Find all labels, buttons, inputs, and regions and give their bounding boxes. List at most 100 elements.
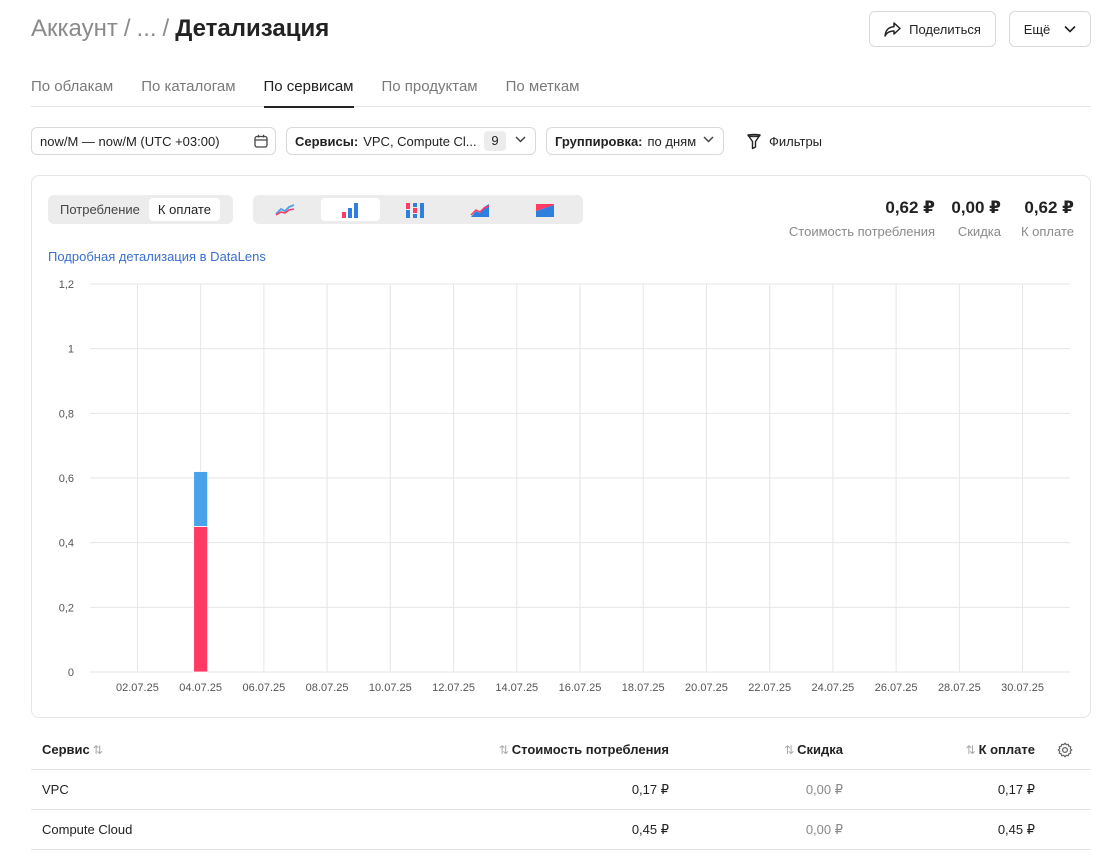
tab-labels[interactable]: По меткам: [506, 70, 580, 107]
chart-type-bar[interactable]: [320, 198, 380, 221]
x-tick-label: 18.07.25: [622, 682, 665, 694]
y-tick-label: 0,2: [59, 602, 74, 614]
filter-icon: [747, 133, 761, 149]
header-to-pay[interactable]: ⇅ К оплате: [963, 730, 1036, 770]
sort-icon: ⇅: [92, 743, 103, 757]
tab-services[interactable]: По сервисам: [263, 70, 354, 108]
table-row[interactable]: Compute Cloud 0,45 ₽ 0,00 ₽ 0,45 ₽: [31, 810, 1091, 850]
x-tick-label: 08.07.25: [306, 682, 349, 694]
table-row[interactable]: VPC 0,17 ₽ 0,00 ₽ 0,17 ₽: [31, 770, 1091, 810]
line-chart-icon: [275, 203, 295, 216]
breadcrumb: Аккаунт / ... / Детализация: [31, 14, 329, 44]
services-table: Сервис ⇅ ⇅ Стоимость потребления ⇅ Скидка ⇅…: [31, 730, 1091, 850]
total-to-pay-value: 0,62 ₽: [1024, 198, 1074, 217]
row-to-pay: 0,17 ₽: [997, 782, 1035, 797]
header-discount[interactable]: ⇅ Скидка: [781, 730, 843, 770]
sort-icon: ⇅: [784, 743, 795, 757]
filters-button[interactable]: Фильтры: [746, 131, 822, 151]
x-tick-label: 28.07.25: [938, 682, 981, 694]
chart-type-stacked[interactable]: [386, 198, 445, 221]
services-label: Сервисы:: [295, 133, 359, 149]
grouping-value: по дням: [647, 133, 697, 149]
x-tick-label: 04.07.25: [179, 682, 222, 694]
row-service: Compute Cloud: [42, 822, 133, 837]
x-tick-label: 20.07.25: [685, 682, 728, 694]
chevron-down-icon: [1064, 25, 1076, 33]
mode-consumption[interactable]: Потребление: [51, 198, 149, 221]
total-discount: 0,00 ₽ Скидка: [951, 198, 1001, 239]
sort-icon: ⇅: [498, 743, 509, 757]
datalens-link[interactable]: Подробная детализация в DataLens: [48, 249, 266, 264]
date-range-picker[interactable]: now/M — now/M (UTC +03:00): [31, 127, 276, 155]
x-tick-label: 12.07.25: [432, 682, 475, 694]
share-button-label: Поделиться: [909, 21, 981, 37]
stacked-bar-icon: [405, 202, 424, 218]
row-to-pay: 0,45 ₽: [997, 822, 1035, 837]
breadcrumb-root[interactable]: Аккаунт: [31, 15, 118, 43]
header-cost-label: Стоимость потребления: [511, 742, 669, 757]
total-to-pay-label: К оплате: [1020, 224, 1074, 239]
x-tick-label: 02.07.25: [116, 682, 159, 694]
x-tick-label: 24.07.25: [811, 682, 854, 694]
services-count-badge: 9: [484, 131, 506, 151]
breadcrumb-separator: /: [123, 15, 131, 42]
bar-segment: [193, 471, 209, 527]
chart-type-switch: [253, 195, 583, 224]
total-discount-label: Скидка: [957, 224, 1001, 239]
x-tick-label: 26.07.25: [875, 682, 918, 694]
page-title: Детализация: [175, 15, 330, 42]
row-cost: 0,17 ₽: [631, 782, 669, 797]
chart-type-stacked-area[interactable]: [515, 198, 574, 221]
mode-switch: Потребление К оплате: [48, 195, 233, 224]
more-button[interactable]: Ещё: [1009, 11, 1091, 47]
row-discount: 0,00 ₽: [805, 782, 843, 797]
chart-type-area[interactable]: [450, 198, 509, 221]
row-cost: 0,45 ₽: [631, 822, 669, 837]
table-header: Сервис ⇅ ⇅ Стоимость потребления ⇅ Скидка ⇅…: [31, 730, 1091, 770]
bar-segment: [193, 526, 209, 673]
x-tick-label: 14.07.25: [495, 682, 538, 694]
grouping-label: Группировка:: [555, 133, 643, 149]
stacked-area-icon: [535, 203, 554, 217]
header-service[interactable]: Сервис ⇅: [42, 730, 106, 770]
header-to-pay-label: К оплате: [978, 742, 1035, 757]
gear-icon[interactable]: [1057, 742, 1073, 758]
services-select[interactable]: Сервисы: VPC, Compute Cl... 9: [286, 127, 536, 155]
y-tick-label: 0,8: [59, 408, 74, 420]
area-chart-icon: [470, 203, 490, 217]
y-tick-label: 0,4: [59, 538, 74, 550]
x-tick-label: 10.07.25: [369, 682, 412, 694]
services-value: VPC, Compute Cl...: [363, 133, 477, 149]
breadcrumb-separator: /: [162, 15, 170, 42]
mode-to-pay[interactable]: К оплате: [148, 198, 220, 221]
breadcrumb-ellipsis[interactable]: ...: [137, 15, 157, 43]
total-cost: 0,62 ₽ Стоимость потребления: [789, 198, 935, 239]
date-range-value: now/M — now/M (UTC +03:00): [40, 133, 220, 149]
share-button[interactable]: Поделиться: [869, 11, 996, 47]
x-tick-label: 06.07.25: [242, 682, 285, 694]
y-tick-label: 1: [68, 344, 74, 356]
x-tick-label: 16.07.25: [559, 682, 602, 694]
chart-type-line[interactable]: [256, 198, 315, 221]
grouping-select[interactable]: Группировка: по дням: [546, 127, 724, 155]
share-icon: [884, 21, 901, 37]
y-tick-label: 1,2: [59, 279, 74, 291]
y-tick-label: 0: [68, 667, 74, 679]
calendar-icon: [254, 134, 268, 148]
tab-clouds[interactable]: По облакам: [31, 70, 113, 107]
cost-chart: 0 0,2 0,4 0,6 0,8 1 1,2 02.07.25 04.07.25 06.07.2…: [48, 272, 1078, 707]
total-discount-value: 0,00 ₽: [951, 198, 1001, 217]
more-button-label: Ещё: [1023, 21, 1051, 37]
chevron-down-icon: [515, 136, 526, 143]
tabs: По облакам По каталогам По сервисам По п…: [31, 70, 1091, 108]
row-service: VPC: [42, 782, 69, 797]
chevron-down-icon: [703, 136, 714, 143]
header-cost[interactable]: ⇅ Стоимость потребления: [496, 730, 669, 770]
sort-icon: ⇅: [965, 743, 976, 757]
tab-catalogs[interactable]: По каталогам: [141, 70, 235, 107]
cost-chart-svg: 0 0,2 0,4 0,6 0,8 1 1,2 02.07.25 04.07.25 06.07.2…: [59, 279, 1070, 694]
filters-label: Фильтры: [769, 133, 823, 149]
x-tick-label: 30.07.25: [1001, 682, 1044, 694]
tab-products[interactable]: По продуктам: [382, 70, 478, 107]
y-tick-label: 0,6: [59, 473, 74, 485]
